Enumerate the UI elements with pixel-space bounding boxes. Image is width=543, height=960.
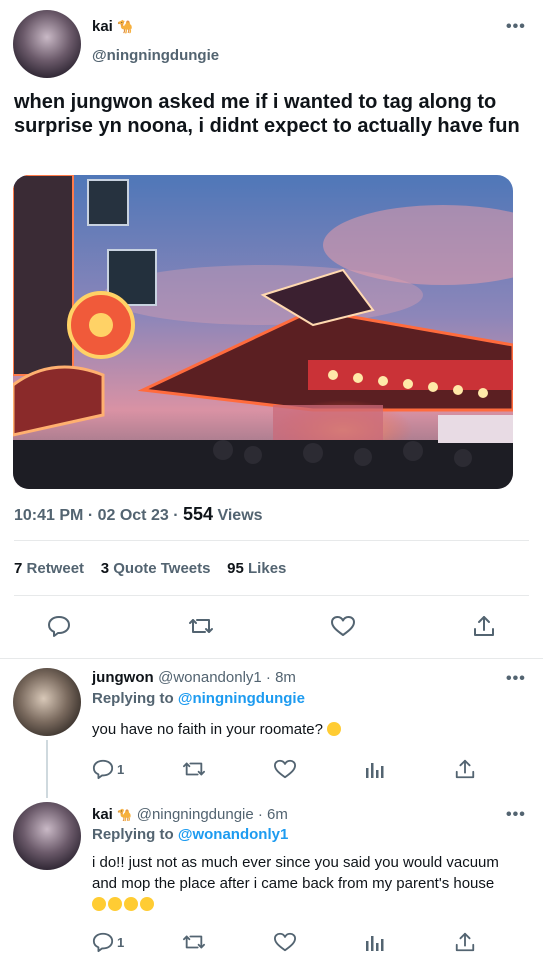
tweet-photo[interactable]	[13, 175, 513, 489]
divider	[14, 540, 529, 541]
more-icon[interactable]: •••	[506, 670, 526, 688]
retweets-count: 7	[14, 560, 23, 577]
handle-time[interactable]: @wonandonly1 · 8m	[158, 669, 296, 686]
smile-emoji	[140, 897, 154, 911]
views-icon[interactable]	[364, 758, 386, 780]
quotes-count: 3	[100, 560, 110, 577]
views-icon[interactable]	[364, 931, 386, 953]
reply-icon[interactable]	[92, 758, 114, 780]
reply-count: 1	[117, 935, 125, 950]
more-icon[interactable]: •••	[506, 806, 526, 824]
retweets-stat[interactable]: 7 Retweet	[14, 560, 84, 577]
like-icon[interactable]	[273, 758, 297, 780]
retweet-icon[interactable]	[182, 931, 206, 953]
display-name-text[interactable]: kai	[92, 806, 113, 823]
likes-stat[interactable]: 95 Likes	[227, 560, 286, 577]
reply-text: you have no faith in your roomate?	[92, 719, 522, 740]
replying-to-link[interactable]: @ningningdungie	[178, 690, 305, 707]
display-name[interactable]: kai 🐪	[92, 18, 134, 36]
like-icon[interactable]	[330, 614, 356, 638]
reply-icon[interactable]	[92, 931, 114, 953]
replying-prefix: Replying to	[92, 826, 174, 843]
retweets-label: Retweet	[26, 560, 85, 577]
replying-to-link[interactable]: @wonandonly1	[178, 826, 288, 843]
camel-emoji: 🐪	[117, 19, 134, 34]
views-label: Views	[217, 507, 263, 524]
avatar[interactable]	[13, 668, 81, 736]
tweet-text: when jungwon asked me if i wanted to tag…	[14, 91, 520, 137]
smile-emoji	[108, 897, 122, 911]
share-icon[interactable]	[454, 931, 476, 953]
handle-time[interactable]: @ningningdungie · 6m	[137, 806, 288, 823]
tweet-timestamp[interactable]: 10:41 PM · 02 Oct 23 · 554 Views	[14, 504, 263, 525]
share-icon[interactable]	[472, 614, 496, 638]
views-count: 554	[182, 504, 214, 524]
retweet-icon[interactable]	[182, 758, 206, 780]
display-name-text: kai	[92, 18, 113, 35]
relieved-emoji	[327, 722, 342, 736]
avatar[interactable]	[13, 10, 81, 78]
likes-label: Likes	[248, 560, 287, 577]
replying-to: Replying to @wonandonly1	[92, 826, 288, 843]
share-icon[interactable]	[454, 758, 476, 780]
divider	[14, 595, 529, 596]
reply-text-content: i do!! just not as much ever since you s…	[92, 854, 499, 892]
replying-prefix: Replying to	[92, 690, 174, 707]
tweet-stats: 7 Retweet 3 Quote Tweets 95 Likes	[14, 560, 286, 577]
quotes-label: Quote Tweets	[113, 560, 211, 577]
reply-header: jungwon @wonandonly1 · 8m	[92, 669, 296, 687]
display-name-text[interactable]: jungwon	[92, 669, 154, 686]
likes-count: 95	[227, 560, 244, 577]
quotes-stat[interactable]: 3 Quote Tweets	[101, 560, 211, 577]
smile-emoji	[124, 897, 138, 911]
handle[interactable]: @ningningdungie	[92, 47, 219, 64]
carnival-photo	[13, 175, 513, 489]
reply-count: 1	[117, 762, 125, 777]
avatar[interactable]	[13, 802, 81, 870]
more-icon[interactable]: •••	[506, 18, 526, 36]
divider	[0, 658, 543, 659]
reply-text-content: you have no faith in your roomate?	[92, 721, 323, 738]
reply-icon[interactable]	[47, 614, 71, 638]
camel-emoji: 🐪	[117, 808, 133, 822]
thread-line	[46, 740, 48, 798]
replying-to: Replying to @ningningdungie	[92, 690, 305, 707]
reply-text: i do!! just not as much ever since you s…	[92, 852, 502, 915]
smile-emoji	[92, 897, 106, 911]
timestamp-text: 10:41 PM · 02 Oct 23 ·	[14, 507, 179, 524]
like-icon[interactable]	[273, 931, 297, 953]
retweet-icon[interactable]	[188, 614, 214, 638]
reply-header: kai 🐪 @ningningdungie · 6m	[92, 806, 288, 824]
